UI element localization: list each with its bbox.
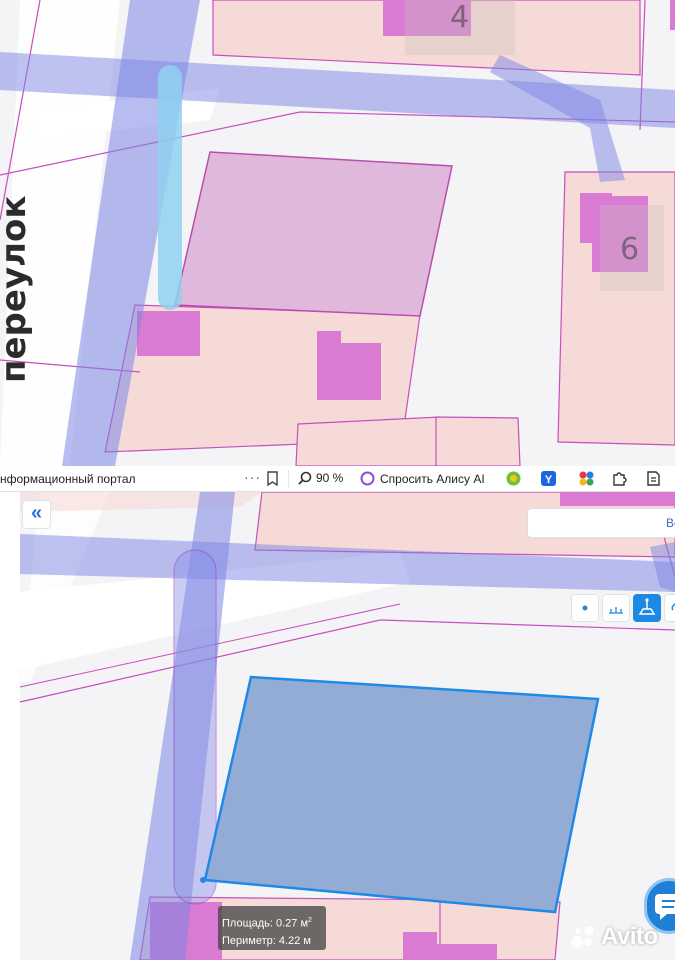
area-tool-icon (638, 598, 656, 615)
gear-extension-icon[interactable] (505, 470, 522, 487)
bookmark-icon[interactable] (266, 471, 279, 487)
puzzle-extension-icon[interactable] (611, 470, 628, 487)
point-tool-icon (582, 605, 588, 611)
map-view-top[interactable]: 4 6 переулок (0, 0, 675, 466)
link-tool-button[interactable] (664, 594, 675, 622)
map-view-bottom[interactable] (0, 492, 675, 960)
area-tool-button[interactable] (633, 594, 661, 622)
avito-logo-icon (571, 926, 594, 948)
point-tool-button[interactable] (571, 594, 599, 622)
map-canvas-top (0, 0, 675, 466)
link-tool-icon (671, 602, 675, 611)
search-button[interactable]: Во (527, 508, 675, 538)
more-dots-icon[interactable]: ··· (244, 469, 261, 485)
alice-icon (360, 471, 375, 486)
browser-toolbar: нформационный портал ··· 90 % Спросить А… (0, 466, 675, 492)
yandex-extension-icon[interactable]: Y (540, 470, 557, 487)
zoom-control[interactable]: 90 % (298, 471, 343, 485)
page-title[interactable]: нформационный портал (0, 472, 136, 486)
chat-bubble-icon (655, 894, 675, 920)
toolbar-divider (288, 470, 289, 488)
zoom-icon (298, 471, 312, 485)
house-number-4: 4 (450, 0, 470, 35)
search-button-label: Во (666, 516, 675, 530)
collapse-panel-button[interactable]: « (22, 500, 51, 529)
avito-watermark: Avito (568, 922, 658, 952)
house-number-6: 6 (620, 232, 640, 267)
street-label: переулок (0, 196, 34, 384)
svg-text:Y: Y (545, 474, 553, 486)
multicolor-extension-icon[interactable] (578, 470, 595, 487)
measurement-tooltip: Площадь: 0.27 м2 Периметр: 4.22 м (218, 906, 326, 950)
ask-alice-label: Спросить Алису AI (380, 471, 485, 486)
area-value: Площадь: 0.27 м2 (222, 917, 312, 930)
ask-alice-button[interactable]: Спросить Алису AI (360, 471, 485, 486)
ruler-tool-icon (609, 607, 623, 614)
zoom-level: 90 % (316, 471, 344, 485)
map-canvas-bottom (0, 492, 675, 960)
avito-text: Avito (601, 923, 658, 950)
perimeter-value: Периметр: 4.22 м (222, 934, 311, 947)
ruler-tool-button[interactable] (602, 594, 630, 622)
page-extension-icon[interactable] (645, 470, 662, 487)
